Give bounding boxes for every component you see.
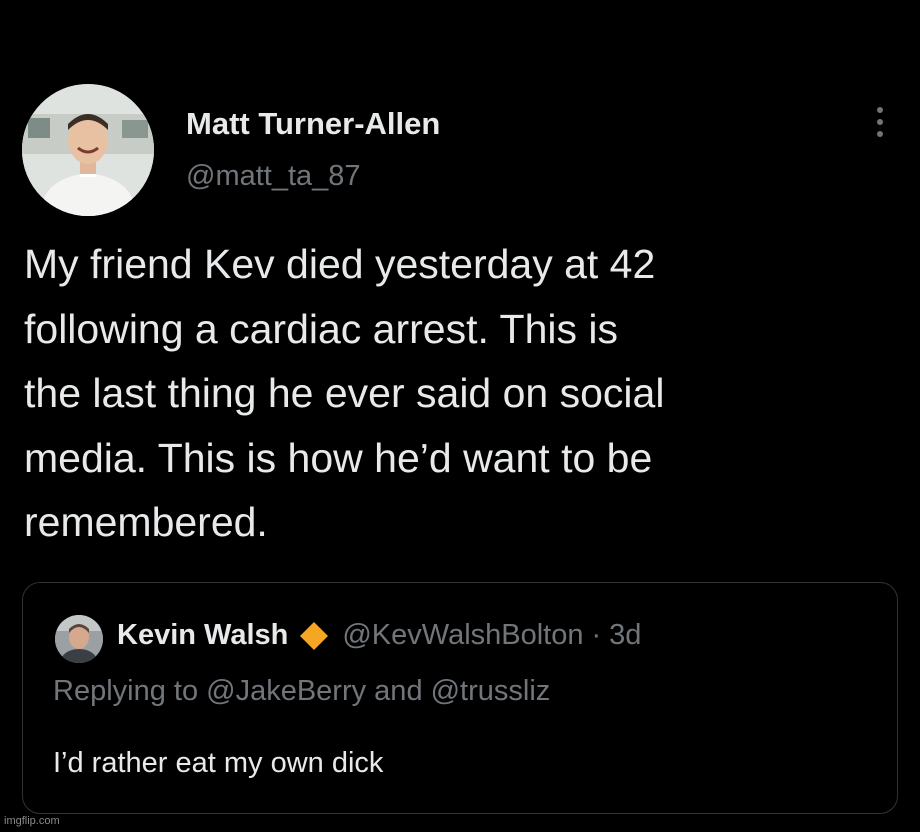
author-name[interactable]: Matt Turner-Allen [186, 106, 440, 142]
tweet: Matt Turner-Allen @matt_ta_87 My friend … [0, 0, 920, 832]
quoted-tweet-header: Kevin Walsh @KevWalshBolton · 3d [117, 619, 641, 652]
quoted-author-avatar[interactable] [55, 615, 103, 663]
author-avatar[interactable] [22, 84, 154, 216]
imgflip-watermark: imgflip.com [4, 815, 60, 827]
quoted-author-handle[interactable]: @KevWalshBolton [342, 619, 583, 652]
orange-diamond-badge-icon [298, 620, 330, 652]
author-handle[interactable]: @matt_ta_87 [186, 160, 361, 193]
quoted-author-name[interactable]: Kevin Walsh [117, 619, 288, 652]
quoted-tweet-card[interactable]: Kevin Walsh @KevWalshBolton · 3d Replyin… [22, 582, 898, 814]
replying-to: Replying to @JakeBerry and @trussliz [53, 675, 551, 707]
quoted-tweet-text: I’d rather eat my own dick [53, 747, 384, 779]
tweet-text: My friend Kev died yesterday at 42 follo… [24, 241, 665, 545]
more-vertical-icon[interactable] [862, 104, 898, 140]
quoted-tweet-timestamp[interactable]: 3d [609, 619, 641, 652]
dot-separator: · [591, 619, 602, 651]
